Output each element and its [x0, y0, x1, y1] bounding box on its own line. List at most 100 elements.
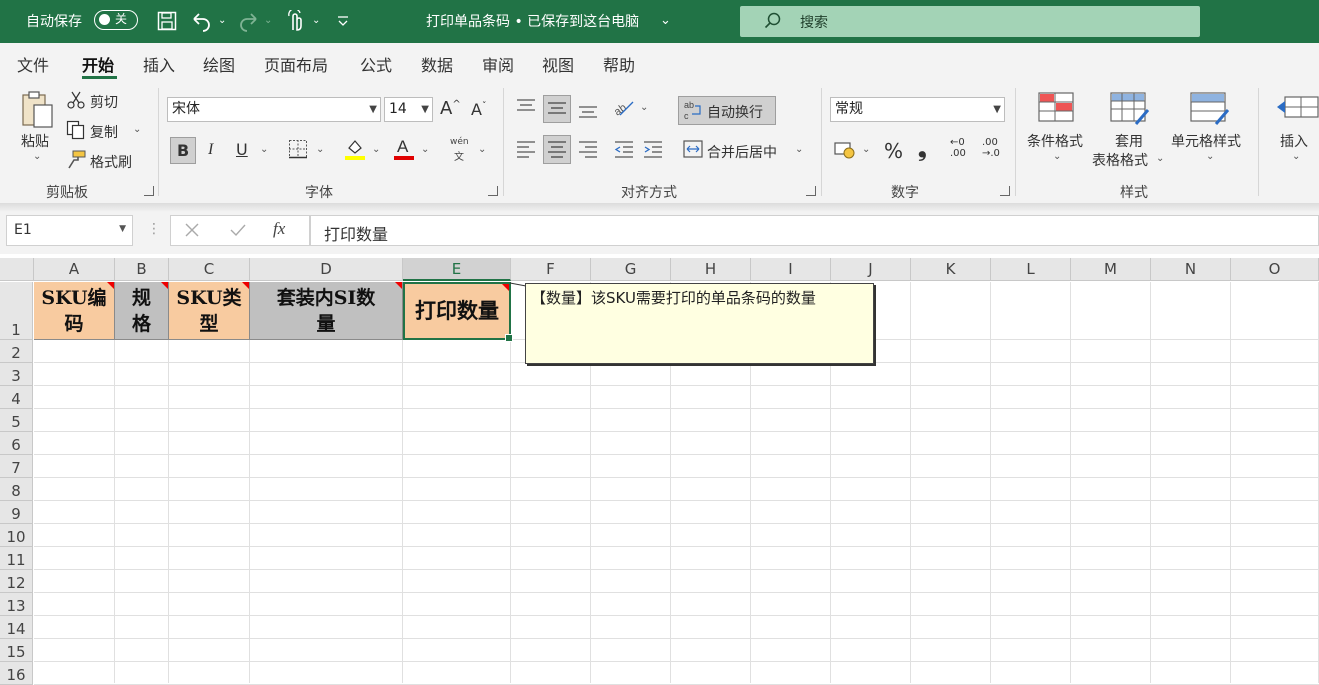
cell-d1[interactable]: 套装内SI数量 [250, 282, 403, 340]
insert-function-icon[interactable]: fx [273, 219, 285, 239]
formula-bar-splitter-icon[interactable]: ⋮ [147, 221, 161, 237]
touch-mode-icon[interactable] [285, 10, 305, 32]
column-header-f[interactable]: F [511, 258, 591, 281]
column-header-b[interactable]: B [115, 258, 169, 281]
copy-label[interactable]: 复制 [90, 122, 118, 142]
conditional-format-dropdown-icon[interactable]: ⌄ [1053, 151, 1061, 162]
merge-center-icon[interactable] [683, 140, 703, 158]
phonetic-dropdown-icon[interactable]: ⌄ [478, 144, 486, 155]
row-header-6[interactable]: 6 [0, 432, 33, 455]
align-right-icon[interactable] [577, 139, 599, 159]
phonetic-icon-bottom[interactable]: 文 [454, 148, 464, 163]
phonetic-icon-top[interactable]: wén [450, 137, 469, 147]
font-size-combo[interactable]: 14 ▼ [384, 97, 433, 122]
accounting-format-icon[interactable] [834, 140, 858, 160]
format-painter-label[interactable]: 格式刷 [90, 152, 132, 172]
select-all-corner[interactable] [0, 258, 34, 281]
tab-page-layout[interactable]: 页面布局 [264, 52, 328, 76]
accounting-dropdown-icon[interactable]: ⌄ [862, 144, 870, 155]
copy-dropdown-icon[interactable]: ⌄ [133, 124, 141, 135]
save-icon[interactable] [157, 11, 177, 31]
format-as-table-label-2[interactable]: 表格格式 [1092, 150, 1148, 170]
align-bottom-icon[interactable] [577, 100, 599, 120]
alignment-launcher-icon[interactable] [806, 186, 816, 196]
fill-color-icon[interactable] [344, 137, 366, 161]
column-header-n[interactable]: N [1151, 258, 1231, 281]
undo-icon[interactable] [190, 10, 212, 32]
tab-help[interactable]: 帮助 [603, 52, 635, 76]
decrease-font-size-icon[interactable]: Aˇ [471, 100, 486, 119]
paste-dropdown-icon[interactable]: ⌄ [33, 151, 41, 162]
tab-view[interactable]: 视图 [542, 52, 574, 76]
number-format-combo[interactable]: 常规 ▼ [830, 97, 1005, 122]
underline-button[interactable]: U [236, 140, 248, 159]
column-header-m[interactable]: M [1071, 258, 1151, 281]
tab-review[interactable]: 审阅 [482, 52, 514, 76]
decrease-indent-icon[interactable] [613, 139, 635, 159]
row-header-5[interactable]: 5 [0, 409, 33, 432]
title-dropdown-icon[interactable]: ⌄ [660, 13, 671, 28]
underline-dropdown-icon[interactable]: ⌄ [260, 144, 268, 155]
cell-e1[interactable]: 打印数量 [403, 282, 513, 342]
increase-font-size-icon[interactable]: A^ [440, 98, 461, 119]
column-header-h[interactable]: H [671, 258, 751, 281]
format-as-table-label-1[interactable]: 套用 [1115, 131, 1143, 151]
clipboard-launcher-icon[interactable] [144, 186, 154, 196]
italic-button[interactable]: I [208, 141, 213, 159]
column-header-g[interactable]: G [591, 258, 671, 281]
format-painter-icon[interactable] [66, 150, 86, 170]
cell-styles-dropdown-icon[interactable]: ⌄ [1206, 151, 1214, 162]
row-header-4[interactable]: 4 [0, 386, 33, 409]
column-header-d[interactable]: D [250, 258, 403, 281]
merge-dropdown-icon[interactable]: ⌄ [795, 144, 803, 155]
row-header-1[interactable]: 1 [0, 282, 33, 340]
conditional-format-icon[interactable] [1038, 92, 1076, 126]
font-color-icon[interactable]: A [393, 137, 415, 161]
tab-file[interactable]: 文件 [17, 52, 49, 76]
cell-styles-icon[interactable] [1190, 92, 1230, 126]
borders-icon[interactable] [288, 139, 308, 159]
row-header-7[interactable]: 7 [0, 455, 33, 478]
row-header-12[interactable]: 12 [0, 570, 33, 593]
orientation-icon[interactable]: ab [612, 97, 636, 119]
tab-formulas[interactable]: 公式 [360, 52, 392, 76]
touch-dropdown-icon[interactable]: ⌄ [312, 15, 320, 26]
column-header-e[interactable]: E [403, 258, 511, 281]
row-header-8[interactable]: 8 [0, 478, 33, 501]
tab-home[interactable]: 开始 [82, 52, 114, 76]
paste-label[interactable]: 粘贴 [21, 131, 49, 151]
conditional-format-label[interactable]: 条件格式 [1027, 131, 1083, 151]
borders-dropdown-icon[interactable]: ⌄ [316, 144, 324, 155]
cell-b1[interactable]: 规格 [115, 282, 169, 340]
tab-insert[interactable]: 插入 [143, 52, 175, 76]
row-header-16[interactable]: 16 [0, 662, 33, 685]
column-header-l[interactable]: L [991, 258, 1071, 281]
cell-styles-label[interactable]: 单元格样式 [1171, 131, 1241, 151]
orientation-dropdown-icon[interactable]: ⌄ [640, 102, 648, 113]
insert-cells-label[interactable]: 插入 [1280, 131, 1308, 151]
name-box[interactable]: E1 ▼ [6, 215, 133, 246]
fill-color-dropdown-icon[interactable]: ⌄ [372, 144, 380, 155]
decrease-decimal-button[interactable]: .00 →.0 [982, 137, 1000, 159]
row-header-15[interactable]: 15 [0, 639, 33, 662]
document-title[interactable]: 打印单品条码 • 已保存到这台电脑 [426, 11, 639, 31]
format-as-table-dropdown-icon[interactable]: ⌄ [1156, 153, 1164, 164]
tab-data[interactable]: 数据 [421, 52, 453, 76]
insert-cells-icon[interactable] [1275, 92, 1319, 126]
undo-dropdown-icon[interactable]: ⌄ [218, 15, 226, 26]
column-header-a[interactable]: A [34, 258, 115, 281]
row-header-3[interactable]: 3 [0, 363, 33, 386]
column-header-c[interactable]: C [169, 258, 250, 281]
row-header-9[interactable]: 9 [0, 501, 33, 524]
comma-button[interactable]: ❟ [918, 137, 927, 162]
column-header-i[interactable]: I [751, 258, 831, 281]
align-top-icon[interactable] [515, 98, 537, 116]
cut-label[interactable]: 剪切 [90, 92, 118, 112]
column-header-o[interactable]: O [1231, 258, 1319, 281]
format-as-table-icon[interactable] [1110, 92, 1150, 126]
increase-indent-icon[interactable] [642, 139, 664, 159]
number-launcher-icon[interactable] [1000, 186, 1010, 196]
row-header-2[interactable]: 2 [0, 340, 33, 363]
paste-icon[interactable] [20, 89, 56, 131]
merge-center-label[interactable]: 合并后居中 [707, 142, 777, 162]
